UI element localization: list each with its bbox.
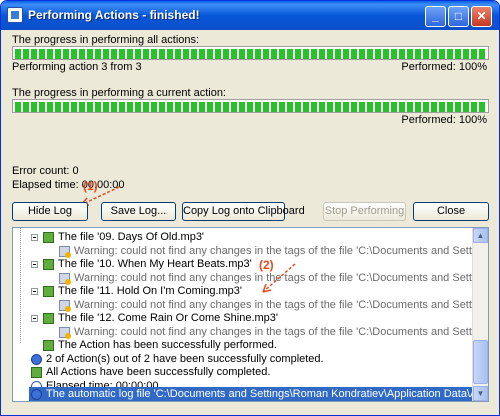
error-count: Error count: 0 xyxy=(12,165,79,177)
file-check-icon xyxy=(43,313,54,324)
log-scrollbar[interactable]: ▲ ▼ xyxy=(472,228,488,401)
close-button[interactable]: Close xyxy=(413,202,489,221)
performing-actions-window: Performing Actions - finished! _ □ ✕ The… xyxy=(0,0,500,416)
success-icon xyxy=(31,367,42,378)
log-text: The file '09. Days Of Old.mp3' xyxy=(58,231,205,243)
scroll-thumb[interactable] xyxy=(473,340,488,384)
stop-performing-button[interactable]: Stop Performing xyxy=(323,202,406,221)
scroll-down-icon[interactable]: ▼ xyxy=(473,386,488,401)
progress-current-label: The progress in performing a current act… xyxy=(12,87,226,99)
collapse-icon[interactable] xyxy=(31,261,38,268)
collapse-icon[interactable] xyxy=(31,288,38,295)
maximize-button[interactable]: □ xyxy=(448,6,469,27)
progress-all-performed: Performed: 100% xyxy=(401,61,487,73)
warning-icon xyxy=(59,273,71,285)
warning-icon xyxy=(59,300,71,312)
close-window-button[interactable]: ✕ xyxy=(471,6,492,27)
log-text: Warning: could not find any changes in t… xyxy=(74,326,488,338)
copy-log-button[interactable]: Copy Log onto Clipboard xyxy=(182,202,305,221)
warning-icon xyxy=(59,327,71,339)
file-check-icon xyxy=(43,259,54,270)
progress-current-fill xyxy=(15,102,486,112)
log-row-selected[interactable]: The automatic log file 'C:\Documents and… xyxy=(29,387,488,401)
warning-icon xyxy=(59,246,71,258)
hide-log-button[interactable]: Hide Log xyxy=(12,202,88,221)
minimize-button[interactable]: _ xyxy=(425,6,446,27)
progress-all-fill xyxy=(15,49,486,59)
progress-current-bar xyxy=(12,99,489,113)
log-text: The file '11. Hold On I'm Coming.mp3' xyxy=(58,285,243,297)
save-log-button[interactable]: Save Log... xyxy=(101,202,176,221)
log-text: The automatic log file 'C:\Documents and… xyxy=(46,388,488,400)
annotation-2-arrow xyxy=(262,263,296,293)
progress-all-bar xyxy=(12,46,489,60)
log-text: The file '12. Come Rain Or Come Shine.mp… xyxy=(58,312,279,324)
progress-all-label: The progress in performing all actions: xyxy=(12,34,200,46)
window-title: Performing Actions - finished! xyxy=(28,8,200,22)
title-bar[interactable]: Performing Actions - finished! _ □ ✕ xyxy=(1,1,499,30)
log-panel[interactable]: The file '09. Days Of Old.mp3' Warning: … xyxy=(12,227,489,402)
progress-all-status: Performing action 3 from 3 xyxy=(12,61,142,73)
info-icon xyxy=(31,354,42,365)
log-text: All Actions have been successfully compl… xyxy=(46,366,271,378)
collapse-icon[interactable] xyxy=(31,315,38,322)
log-text: Warning: could not find any changes in t… xyxy=(74,245,488,257)
log-text: The Action has been successfully perform… xyxy=(58,339,277,351)
tree-line xyxy=(20,228,21,343)
info-icon xyxy=(31,389,42,400)
progress-current-performed: Performed: 100% xyxy=(401,114,487,126)
file-check-icon xyxy=(43,232,54,243)
file-check-icon xyxy=(43,286,54,297)
app-icon xyxy=(7,7,23,23)
scroll-up-icon[interactable]: ▲ xyxy=(473,228,488,243)
log-text: The file '10. When My Heart Beats.mp3' xyxy=(58,258,252,270)
collapse-icon[interactable] xyxy=(31,234,38,241)
success-icon xyxy=(43,340,54,351)
log-text: 2 of Action(s) out of 2 have been succes… xyxy=(46,353,324,365)
